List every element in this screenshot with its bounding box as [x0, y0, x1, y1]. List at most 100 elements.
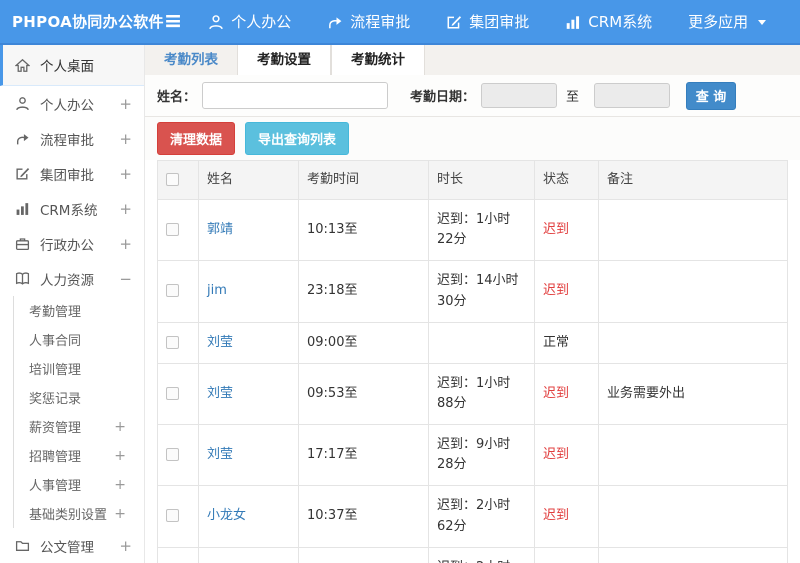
expand-plus-icon[interactable]: + [119, 537, 132, 555]
expand-plus-icon[interactable]: + [119, 130, 132, 148]
select-all-checkbox[interactable] [166, 173, 179, 186]
expand-plus-icon[interactable]: + [119, 165, 132, 183]
sidebar-subitem-basic-category-settings[interactable]: 基础类别设置 + [14, 499, 144, 528]
caret-down-icon [755, 17, 767, 27]
sidebar-subitem-training-management[interactable]: 培训管理 [14, 354, 144, 383]
sidebar-subitem-recruitment-management[interactable]: 招聘管理 + [14, 441, 144, 470]
sidebar-subitem-label: 奖惩记录 [29, 392, 82, 407]
employee-name-link[interactable]: 小龙女 [207, 508, 246, 523]
sidebar-item-personal-office[interactable]: 个人办公 + [0, 86, 144, 121]
sidebar-item-label: 行政办公 [40, 237, 94, 254]
row-checkbox[interactable] [166, 509, 179, 523]
status-cell: 迟到 [534, 485, 599, 548]
remark-cell [598, 321, 788, 364]
row-checkbox[interactable] [166, 284, 179, 298]
employee-name-cell: 刘莹 [198, 362, 299, 426]
row-checkbox-cell [157, 485, 199, 548]
column-header: 时长 [428, 160, 535, 201]
row-checkbox[interactable] [166, 386, 179, 400]
date-to-input[interactable] [594, 83, 671, 108]
search-button[interactable]: 查 询 [686, 81, 737, 110]
sidebar-item-human-resources[interactable]: 人力资源 − [0, 261, 144, 296]
employee-name-link[interactable]: 刘莹 [207, 386, 233, 401]
employee-name-link[interactable]: 郭靖 [207, 222, 233, 237]
sidebar-subitem-reward-punishment-record[interactable]: 奖惩记录 [14, 383, 144, 412]
sidebar-subitem-label: 薪资管理 [29, 421, 82, 436]
action-toolbar: 清理数据 导出查询列表 [145, 117, 800, 160]
expand-plus-icon[interactable]: + [114, 448, 126, 464]
employee-name-cell: 刘莹 [198, 321, 299, 364]
remark-cell: 业务需要外出 [598, 362, 788, 426]
duration-cell: 迟到：2小时90分 早退：7小时10分 [428, 546, 535, 563]
employee-name-cell: 郭靖 [198, 199, 299, 262]
date-from-input[interactable] [481, 83, 558, 108]
attendance-table-wrap: 姓名 考勤时间 时长 状态 备注 郭靖 10:13至 迟到：1小时22分 迟到 jim 23:18… [145, 160, 800, 563]
main-content: 考勤列表 考勤设置 考勤统计 姓名： 考勤日期： 至 查 询 清理数据 导出查询列表 [145, 45, 800, 563]
duration-cell: 迟到：14小时30分 [428, 260, 535, 323]
employee-name-cell: 管理员 [198, 546, 299, 563]
expand-plus-icon[interactable]: + [119, 200, 132, 218]
nav-item-personal-office[interactable]: 个人办公 [208, 11, 291, 32]
export-list-button[interactable]: 导出查询列表 [245, 122, 350, 155]
nav-item-more-apps[interactable]: 更多应用 [688, 11, 767, 32]
sidebar-item-label: 流程审批 [40, 132, 94, 149]
employee-name-link[interactable]: 刘莹 [207, 335, 233, 350]
sidebar-item-group-approval[interactable]: 集团审批 + [0, 156, 144, 191]
column-header: 考勤时间 [298, 160, 429, 201]
book-icon [15, 271, 31, 286]
hamburger-icon[interactable]: ≡ [164, 10, 182, 33]
row-checkbox-cell [157, 199, 199, 262]
nav-item-label: 流程审批 [350, 13, 411, 31]
row-checkbox[interactable] [166, 223, 179, 237]
tab-attendance-settings[interactable]: 考勤设置 [237, 45, 331, 75]
tab-attendance-statistics[interactable]: 考勤统计 [331, 45, 425, 75]
row-checkbox-cell [157, 362, 199, 426]
expand-plus-icon[interactable]: + [114, 477, 126, 493]
sidebar-item-crm-system[interactable]: CRM系统 + [0, 191, 144, 226]
user-icon [15, 96, 31, 111]
sidebar-subitem-attendance-management[interactable]: 考勤管理 [14, 296, 144, 325]
tab-attendance-list[interactable]: 考勤列表 [145, 45, 237, 75]
sidebar-item-document-management[interactable]: 公文管理 + [0, 528, 144, 563]
attendance-time-cell: 09:53至 [298, 362, 429, 426]
sidebar-item-label: 公文管理 [40, 539, 94, 556]
nav-item-workflow-approval[interactable]: 流程审批 [327, 11, 410, 32]
row-checkbox-cell [157, 546, 199, 563]
tab-bar: 考勤列表 考勤设置 考勤统计 [145, 45, 800, 75]
nav-item-group-approval[interactable]: 集团审批 [446, 11, 529, 32]
name-input[interactable] [202, 82, 389, 109]
expand-plus-icon[interactable]: + [114, 419, 126, 435]
sidebar-subitem-personnel-contract[interactable]: 人事合同 [14, 325, 144, 354]
nav-item-crm-system[interactable]: CRM系统 [565, 11, 652, 32]
expand-plus-icon[interactable]: + [119, 235, 132, 253]
row-checkbox-cell [157, 260, 199, 323]
sidebar-item-admin-office[interactable]: 行政办公 + [0, 226, 144, 261]
sidebar-subitem-label: 招聘管理 [29, 450, 82, 465]
app-window: PHPOA协同办公软件 ≡ 个人办公 流程审批 集团审批 CRM系统 更多应用 个人桌面… [0, 0, 800, 563]
nav-item-label: 集团审批 [469, 13, 530, 31]
sidebar-subitem-label: 考勤管理 [29, 305, 82, 320]
attendance-time-cell: 17:17至 [298, 424, 429, 487]
expand-plus-icon[interactable]: + [114, 506, 126, 522]
app-title: PHPOA协同办公软件 [12, 13, 164, 31]
expand-plus-icon[interactable]: + [119, 95, 132, 113]
collapse-minus-icon[interactable]: − [119, 270, 132, 288]
status-cell: 迟到 [534, 424, 599, 487]
attendance-time-cell: 10:37至 [298, 485, 429, 548]
row-checkbox[interactable] [166, 335, 179, 349]
sidebar-submenu-human-resources: 考勤管理 人事合同 培训管理 奖惩记录 薪资管理 + 招聘管理 + 人事管理 + 基础类别设置 + [13, 296, 144, 528]
workflow-icon [15, 131, 31, 146]
sidebar-item-workflow-approval[interactable]: 流程审批 + [0, 121, 144, 156]
clean-data-button[interactable]: 清理数据 [157, 122, 236, 155]
employee-name-link[interactable]: jim [207, 283, 227, 298]
sidebar-item-personal-desktop[interactable]: 个人桌面 [0, 45, 144, 86]
row-checkbox-cell [157, 424, 199, 487]
filter-form: 姓名： 考勤日期： 至 查 询 [145, 75, 800, 117]
row-checkbox[interactable] [166, 448, 179, 462]
attendance-time-cell: 10:54至10:54 [298, 546, 429, 563]
date-to-separator: 至 [566, 90, 580, 105]
sidebar-subitem-personnel-management[interactable]: 人事管理 + [14, 470, 144, 499]
employee-name-link[interactable]: 刘莹 [207, 447, 233, 462]
sidebar-subitem-salary-management[interactable]: 薪资管理 + [14, 412, 144, 441]
chart-icon [565, 14, 581, 30]
